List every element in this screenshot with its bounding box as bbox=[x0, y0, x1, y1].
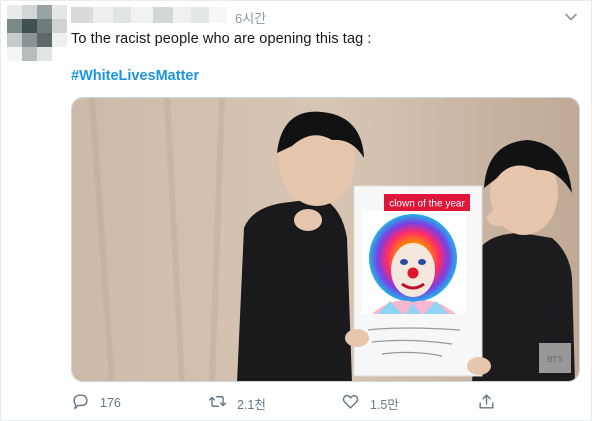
hashtag-link[interactable]: #WhiteLivesMatter bbox=[71, 68, 199, 84]
share-icon bbox=[477, 392, 496, 414]
heart-icon bbox=[341, 392, 360, 414]
reply-icon bbox=[71, 392, 90, 414]
reply-count: 176 bbox=[100, 396, 121, 410]
retweet-button[interactable]: 2.1천 bbox=[208, 391, 266, 415]
author-name-redacted[interactable] bbox=[71, 7, 227, 23]
tweet-timestamp[interactable]: 6시간 bbox=[235, 8, 266, 27]
tweet-actions: 176 2.1천 1.5만 bbox=[71, 391, 511, 415]
like-button[interactable]: 1.5만 bbox=[341, 391, 399, 415]
sign-label: clown of the year bbox=[389, 199, 465, 210]
tweet-card[interactable]: 6시간 To the racist people who are opening… bbox=[0, 0, 592, 421]
tweet-text: To the racist people who are opening thi… bbox=[71, 31, 372, 47]
chevron-down-icon[interactable] bbox=[563, 9, 579, 25]
avatar[interactable] bbox=[7, 5, 67, 61]
tweet-photo[interactable]: clown of the year BTS bbox=[71, 97, 580, 382]
retweet-icon bbox=[208, 392, 227, 414]
reply-button[interactable]: 176 bbox=[71, 391, 121, 415]
retweet-count: 2.1천 bbox=[237, 397, 266, 412]
share-button[interactable] bbox=[477, 391, 496, 415]
image-watermark: BTS bbox=[547, 355, 563, 364]
like-count: 1.5만 bbox=[370, 397, 399, 412]
